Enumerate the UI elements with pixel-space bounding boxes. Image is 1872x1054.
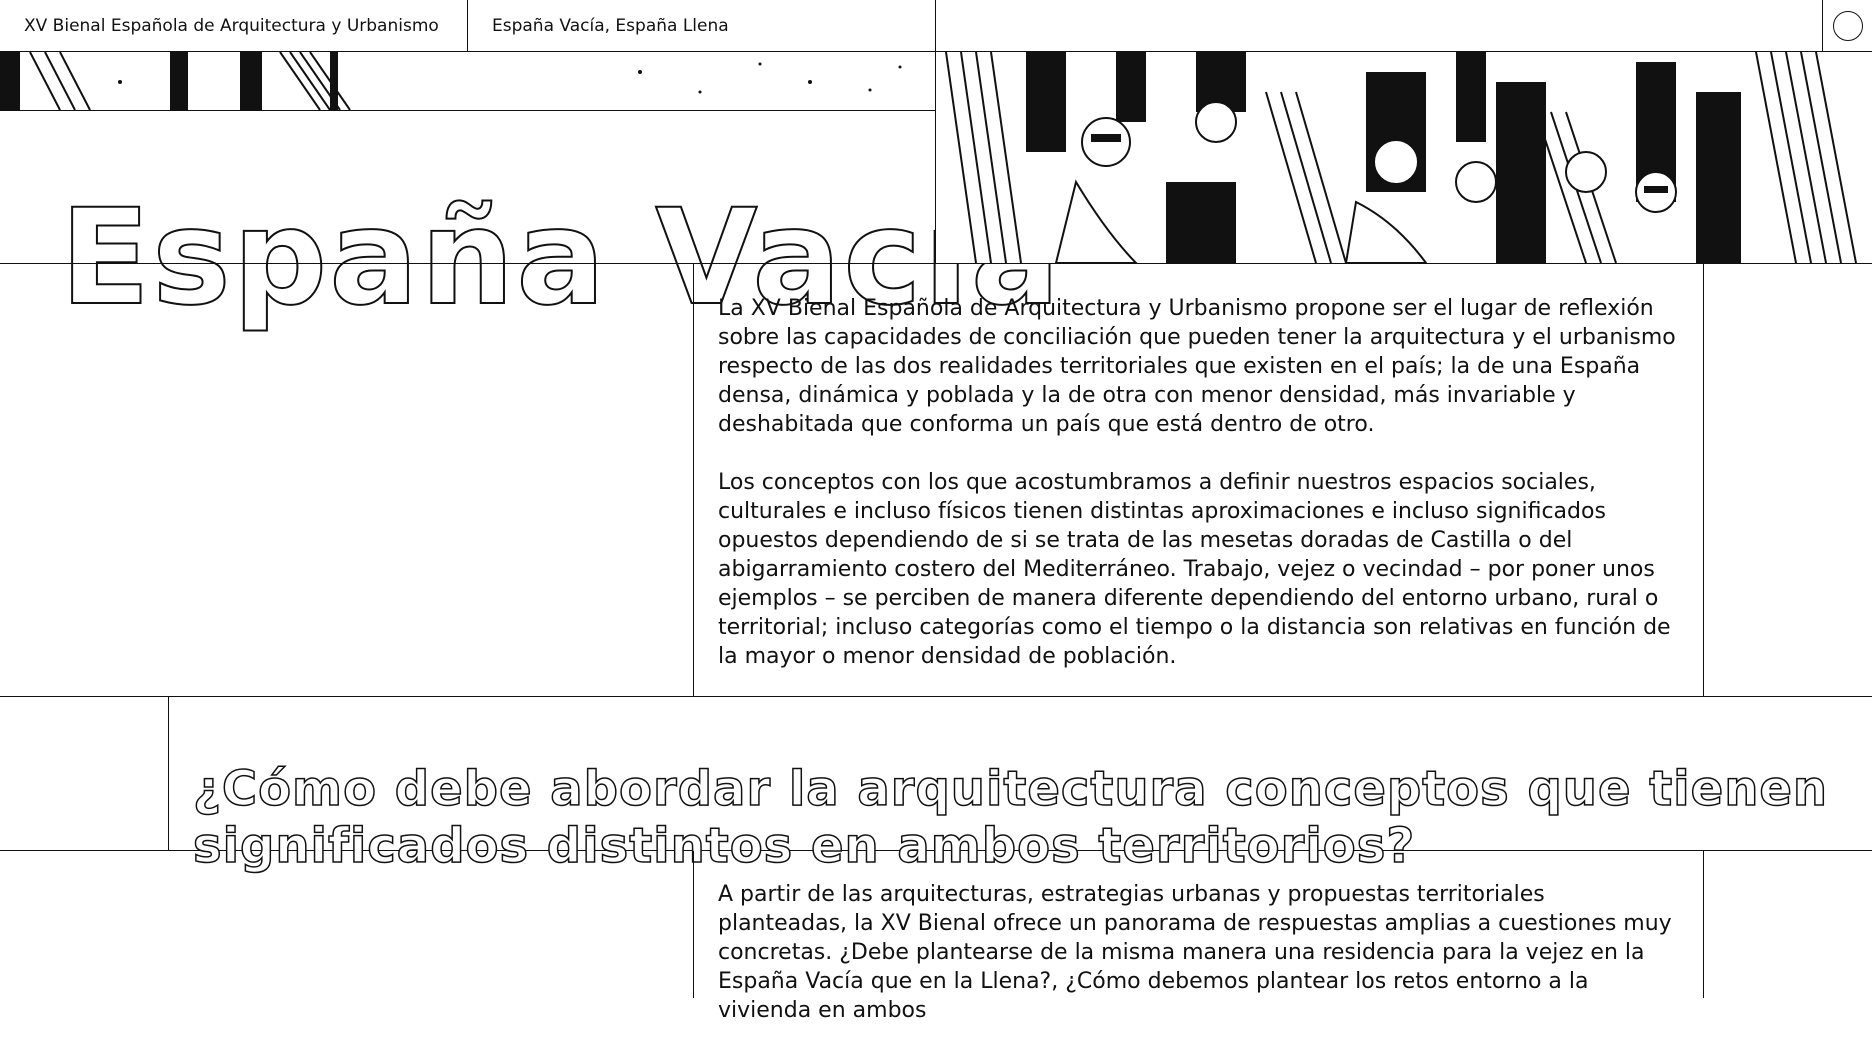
circle-menu-icon (1832, 10, 1863, 41)
intro-paragraph-1: La XV Bienal Española de Arquitectura y … (718, 296, 1676, 437)
crowd-illustration (935, 52, 1872, 263)
question-heading: ¿Cómo debe abordar la arquitectura conce… (192, 760, 1829, 875)
section-title-link[interactable]: España Vacía, España Llena (468, 0, 936, 51)
question-band: ¿Cómo debe abordar la arquitectura conce… (0, 696, 1872, 875)
intro-text-block: La XV Bienal Española de Arquitectura y … (718, 294, 1678, 700)
column-divider-right (1703, 264, 1704, 696)
followup-text-block: A partir de las arquitecturas, estrategi… (718, 880, 1678, 1054)
column-divider-right-2 (1703, 851, 1704, 998)
hero-divider (0, 263, 1872, 264)
sketch-strip (0, 52, 935, 111)
column-divider-left-2 (693, 851, 694, 998)
followup-paragraph-1: A partir de las arquitecturas, estrategi… (718, 882, 1672, 1023)
column-divider-left (693, 264, 694, 696)
sketch-strip-illustration (0, 52, 902, 110)
site-title-link[interactable]: XV Bienal Española de Arquitectura y Urb… (0, 0, 468, 51)
intro-paragraph-2: Los conceptos con los que acostumbramos … (718, 470, 1671, 669)
crowd-illustration-svg (945, 52, 1857, 263)
top-bar: XV Bienal Española de Arquitectura y Urb… (0, 0, 1872, 52)
band-divider (168, 697, 169, 850)
menu-button[interactable] (1822, 0, 1872, 51)
